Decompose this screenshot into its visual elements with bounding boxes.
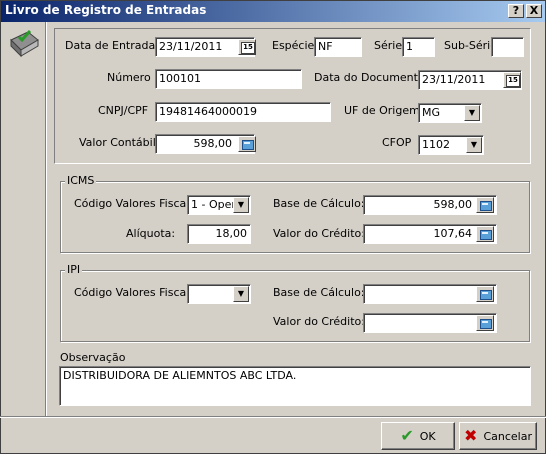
- ok-label: OK: [419, 429, 436, 443]
- data-documento-calendar-button[interactable]: 15: [503, 72, 521, 88]
- icms-codigo-dropdown-arrow-icon[interactable]: ▼: [233, 197, 249, 213]
- cnpj-label: CNPJ/CPF: [98, 104, 149, 117]
- left-strip: [1, 22, 46, 416]
- ipi-codigo-label: Código Valores Fiscais:: [74, 286, 199, 299]
- subserie-field[interactable]: [491, 37, 524, 57]
- footer-separator: [0, 416, 546, 418]
- numero-label: Número: [107, 71, 151, 84]
- valor-contabil-label: Valor Contábil: [79, 136, 156, 149]
- calculator-icon: [480, 319, 492, 329]
- especie-label: Espécie: [272, 39, 315, 52]
- icms-group-label: ICMS: [65, 174, 97, 187]
- cancel-x-icon: ✖: [464, 426, 478, 445]
- data-entrada-calendar-button[interactable]: 15: [238, 39, 256, 55]
- ok-button[interactable]: ✔ OK: [381, 422, 455, 450]
- cnpj-field[interactable]: 19481464000019: [155, 102, 331, 122]
- serie-label: Série: [374, 39, 403, 52]
- icms-aliquota-field[interactable]: 18,00: [187, 224, 251, 244]
- help-button[interactable]: ?: [508, 4, 524, 18]
- ipi-base-label: Base de Cálculo:: [273, 286, 365, 299]
- check-icon: ✔: [400, 426, 414, 445]
- window-title: Livro de Registro de Entradas: [5, 3, 207, 17]
- calculator-icon: [480, 290, 492, 300]
- ipi-credito-label: Valor do Crédito:: [273, 315, 365, 328]
- calculator-icon: [242, 140, 254, 150]
- cancel-button[interactable]: ✖ Cancelar: [459, 422, 537, 450]
- ipi-credito-calc-button[interactable]: [476, 315, 494, 331]
- cancel-label: Cancelar: [483, 429, 532, 443]
- ipi-base-calc-button[interactable]: [476, 286, 494, 302]
- icms-aliquota-label: Alíquota:: [126, 227, 176, 240]
- cfop-label: CFOP: [382, 136, 412, 149]
- icms-codigo-label: Código Valores Fiscais:: [74, 197, 199, 210]
- ipi-group-label: IPI: [65, 263, 83, 276]
- book-icon: [8, 28, 42, 62]
- uf-label: UF de Origem: [344, 104, 420, 117]
- especie-field[interactable]: NF: [314, 37, 362, 57]
- uf-dropdown-arrow-icon[interactable]: ▼: [464, 105, 480, 121]
- subserie-label: Sub-Série: [444, 39, 498, 52]
- valor-contabil-calc-button[interactable]: [238, 136, 256, 152]
- serie-field[interactable]: 1: [402, 37, 435, 57]
- ipi-codigo-dropdown-arrow-icon[interactable]: ▼: [233, 286, 249, 302]
- close-button[interactable]: X: [526, 4, 542, 18]
- icms-credito-label: Valor do Crédito:: [273, 227, 365, 240]
- data-documento-label: Data do Documento: [314, 71, 425, 84]
- calculator-icon: [480, 201, 492, 211]
- observacao-label: Observação: [60, 351, 126, 364]
- calculator-icon: [480, 230, 492, 240]
- calendar-icon: 15: [506, 75, 520, 87]
- icms-credito-calc-button[interactable]: [476, 226, 494, 242]
- icms-base-calc-button[interactable]: [476, 197, 494, 213]
- data-entrada-label: Data de Entrada: [65, 39, 156, 52]
- numero-field[interactable]: 100101: [155, 69, 302, 89]
- observacao-textarea[interactable]: DISTRIBUIDORA DE ALIEMNTOS ABC LTDA.: [59, 366, 531, 406]
- calendar-icon: 15: [241, 42, 255, 54]
- icms-base-label: Base de Cálculo:: [273, 197, 365, 210]
- cfop-dropdown-arrow-icon[interactable]: ▼: [466, 137, 482, 153]
